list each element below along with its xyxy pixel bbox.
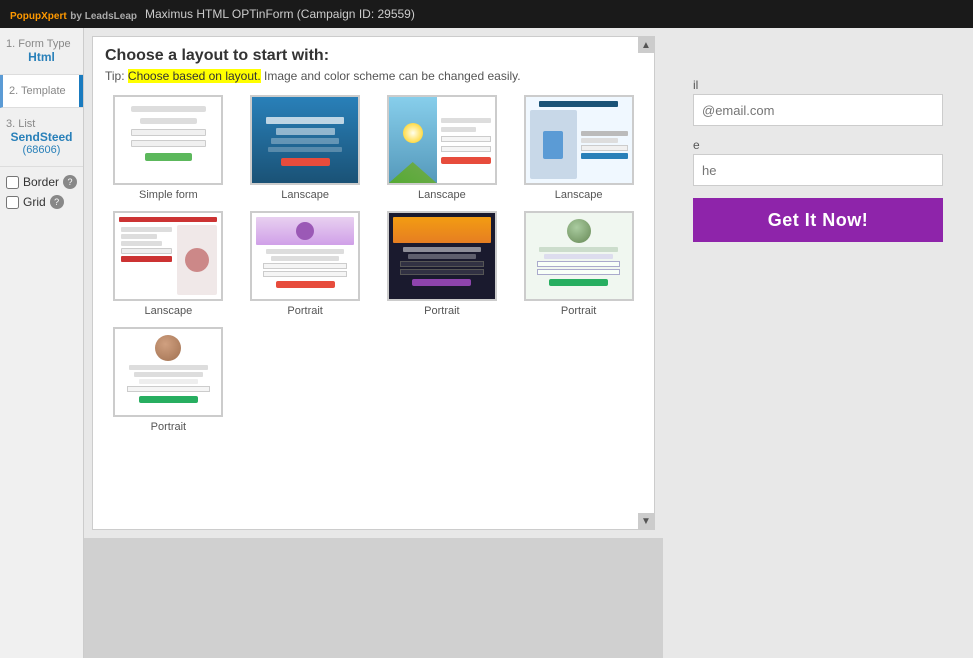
- layout-grid-wrapper[interactable]: Simple form L: [93, 87, 654, 529]
- scroll-down-arrow[interactable]: ▼: [638, 513, 654, 529]
- right-panel: il e Get It Now!: [663, 28, 973, 658]
- bottom-strip: [84, 538, 663, 658]
- tip-prefix: Tip:: [105, 69, 128, 83]
- layout-item-lanscape3[interactable]: Lanscape: [515, 95, 642, 201]
- layout-thumb-portrait3[interactable]: [524, 211, 634, 301]
- border-checkbox[interactable]: [6, 176, 19, 189]
- layout-label-0: Simple form: [139, 189, 198, 201]
- email-input[interactable]: [693, 94, 943, 126]
- layout-thumb-portrait1[interactable]: [250, 211, 360, 301]
- sidebar-item-list[interactable]: 3. List SendSteed (68606): [0, 108, 83, 167]
- layout-item-portrait2[interactable]: Portrait: [379, 211, 506, 317]
- layout-thumb-portrait2[interactable]: [387, 211, 497, 301]
- scroll-up-arrow[interactable]: ▲: [638, 37, 654, 53]
- layout-chooser-header: Choose a layout to start with: Tip: Choo…: [93, 37, 654, 87]
- sidebar-item-form-type[interactable]: 1. Form Type Html: [0, 28, 83, 75]
- name-input[interactable]: [693, 154, 943, 186]
- layout-item-lanscape2[interactable]: Lanscape: [379, 95, 506, 201]
- name-label: e: [693, 138, 943, 152]
- main-layout: 1. Form Type Html 2. Template 3. List Se…: [0, 28, 973, 658]
- submit-button[interactable]: Get It Now!: [693, 198, 943, 242]
- step2-label: 2. Template: [9, 85, 77, 97]
- layout-item-portrait1[interactable]: Portrait: [242, 211, 369, 317]
- step3-value: SendSteed: [6, 130, 77, 144]
- layout-thumb-lanscape4[interactable]: [113, 211, 223, 301]
- top-bar: PopupXpert by LeadsLeap Maximus HTML OPT…: [0, 0, 973, 28]
- step1-label: 1. Form Type: [6, 38, 77, 50]
- step1-value: Html: [6, 50, 77, 64]
- step3-sub: (68606): [6, 144, 77, 156]
- layout-item-lanscape1[interactable]: Lanscape: [242, 95, 369, 201]
- layout-item-lanscape4[interactable]: Lanscape: [105, 211, 232, 317]
- chooser-heading: Choose a layout to start with:: [105, 47, 642, 65]
- email-label: il: [693, 78, 943, 92]
- layout-item-last[interactable]: Portrait: [105, 327, 232, 433]
- app-by: by LeadsLeap: [70, 11, 137, 22]
- tip-suffix: Image and color scheme can be changed ea…: [261, 69, 521, 83]
- center-panel: Choose a layout to start with: Tip: Choo…: [84, 28, 663, 658]
- app-name: PopupXpert: [10, 11, 67, 22]
- layout-thumb-lanscape2[interactable]: [387, 95, 497, 185]
- active-indicator: [79, 75, 83, 107]
- layout-thumb-simple[interactable]: [113, 95, 223, 185]
- layout-label-2: Lanscape: [418, 189, 466, 201]
- layout-label-3: Lanscape: [555, 189, 603, 201]
- grid-option[interactable]: Grid ?: [6, 195, 77, 209]
- layout-label-8: Portrait: [151, 421, 186, 433]
- layout-label-6: Portrait: [424, 305, 459, 317]
- sidebar-options: Border ? Grid ?: [0, 167, 83, 217]
- border-label: Border: [23, 175, 59, 189]
- form-preview: il e Get It Now!: [663, 28, 973, 658]
- email-field-group: il: [693, 78, 943, 126]
- layout-thumb-last[interactable]: [113, 327, 223, 417]
- layout-label-1: Lanscape: [281, 189, 329, 201]
- sidebar-item-template[interactable]: 2. Template: [0, 75, 83, 108]
- border-option[interactable]: Border ?: [6, 175, 77, 189]
- tip-highlight: Choose based on layout.: [128, 69, 261, 83]
- layout-label-5: Portrait: [287, 305, 322, 317]
- grid-help-icon[interactable]: ?: [50, 195, 64, 209]
- layout-grid: Simple form L: [105, 95, 642, 433]
- layout-item-simple[interactable]: Simple form: [105, 95, 232, 201]
- page-title: Maximus HTML OPTinForm (Campaign ID: 295…: [145, 7, 415, 21]
- layout-thumb-lanscape1[interactable]: [250, 95, 360, 185]
- border-help-icon[interactable]: ?: [63, 175, 77, 189]
- grid-label: Grid: [23, 195, 46, 209]
- app-logo: PopupXpert by LeadsLeap: [10, 7, 137, 22]
- tip-text: Tip: Choose based on layout. Image and c…: [105, 69, 642, 83]
- layout-item-portrait3[interactable]: Portrait: [515, 211, 642, 317]
- layout-thumb-lanscape3[interactable]: [524, 95, 634, 185]
- step3-label: 3. List: [6, 118, 77, 130]
- sidebar: 1. Form Type Html 2. Template 3. List Se…: [0, 28, 84, 658]
- layout-label-4: Lanscape: [145, 305, 193, 317]
- name-field-group: e: [693, 138, 943, 186]
- layout-label-7: Portrait: [561, 305, 596, 317]
- layout-chooser: Choose a layout to start with: Tip: Choo…: [92, 36, 655, 530]
- grid-checkbox[interactable]: [6, 196, 19, 209]
